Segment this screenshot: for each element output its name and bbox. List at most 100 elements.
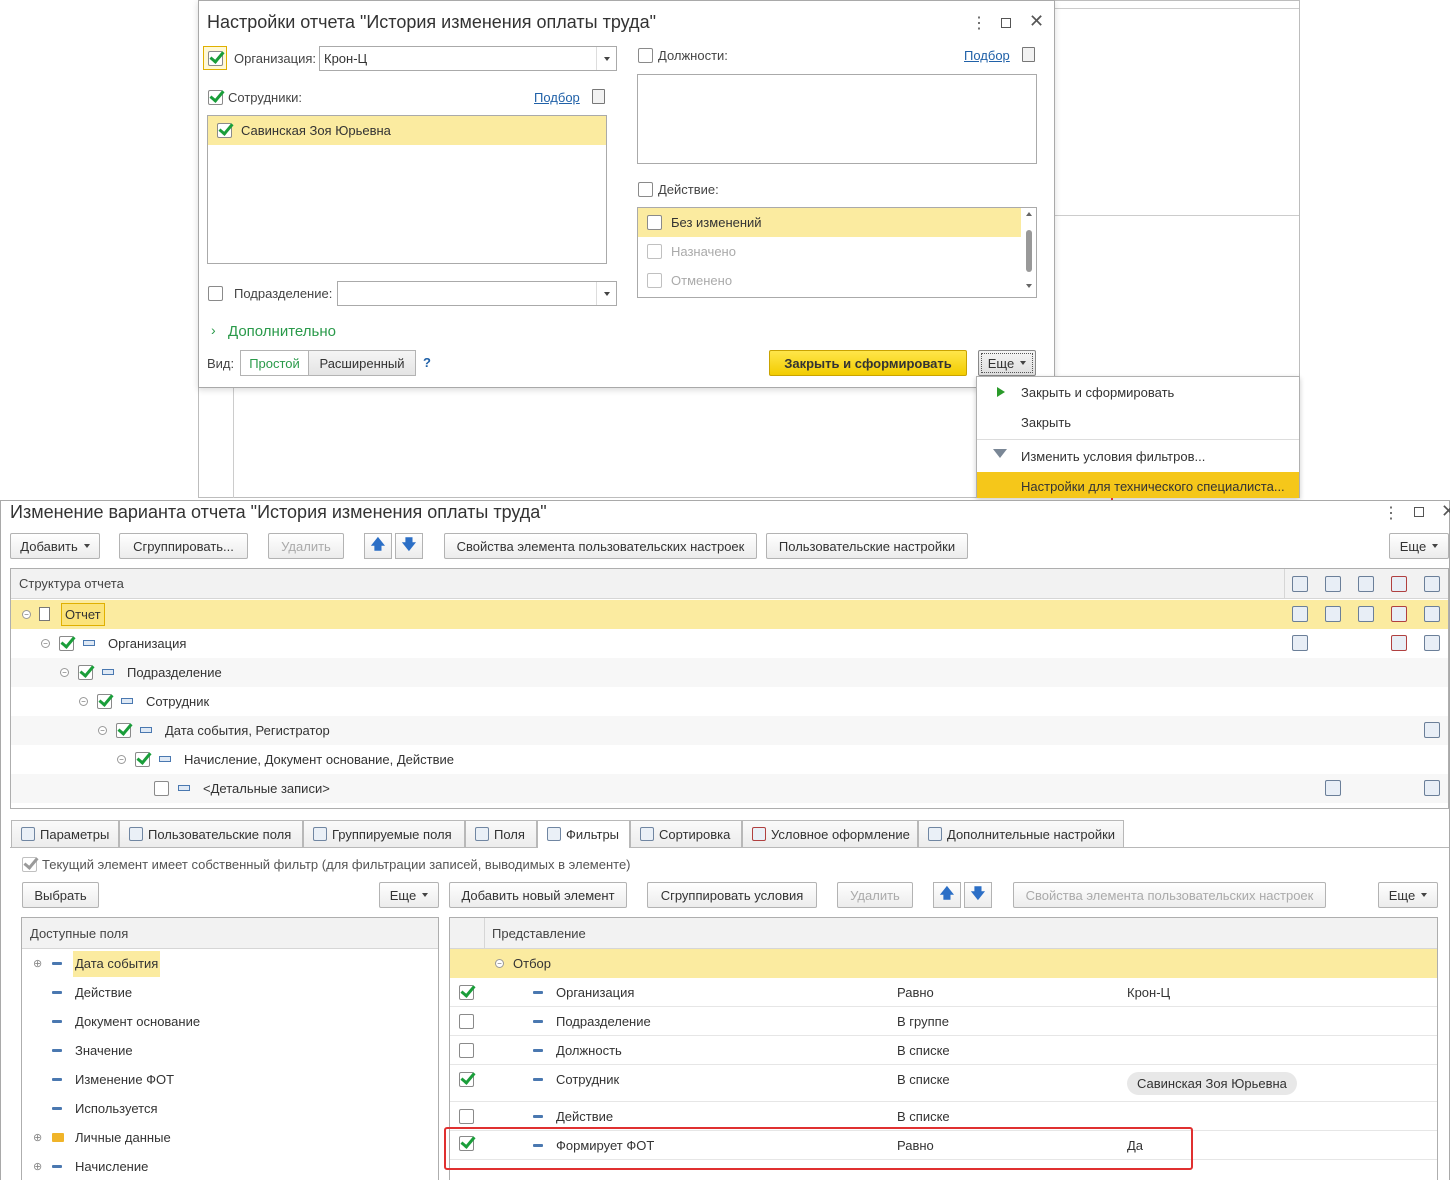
- collapse-icon[interactable]: −: [117, 755, 126, 764]
- clipboard-icon[interactable]: [1022, 47, 1035, 62]
- settings-icon[interactable]: [1424, 576, 1440, 592]
- close-generate-button[interactable]: Закрыть и сформировать: [769, 350, 967, 376]
- group-button[interactable]: Сгруппировать...: [119, 533, 248, 559]
- move-down-button[interactable]: 🡇: [395, 533, 423, 559]
- own-filter-checkbox[interactable]: [22, 857, 37, 872]
- expand-icon[interactable]: ⊕: [33, 1131, 42, 1144]
- collapse-icon[interactable]: −: [495, 959, 504, 968]
- tree-row[interactable]: − Отчет: [11, 600, 1448, 629]
- conditional-format-icon[interactable]: [1391, 576, 1407, 592]
- filter-row[interactable]: Организация Равно Крон-Ц: [450, 978, 1437, 1007]
- close-icon[interactable]: ✕: [1441, 501, 1450, 522]
- field-row[interactable]: Значение: [22, 1036, 438, 1065]
- group-conditions-button[interactable]: Сгруппировать условия: [647, 882, 817, 908]
- conditional-format-icon[interactable]: [1391, 606, 1407, 622]
- filter-icon[interactable]: [1325, 576, 1341, 592]
- user-settings-button[interactable]: Пользовательские настройки: [766, 533, 968, 559]
- delete-button[interactable]: Удалить: [268, 533, 344, 559]
- more-button[interactable]: Еще: [1389, 533, 1449, 559]
- employee-item-checkbox[interactable]: [217, 123, 232, 138]
- menu-item-close-generate[interactable]: Закрыть и сформировать: [1021, 385, 1174, 400]
- field-row[interactable]: Используется: [22, 1094, 438, 1123]
- filter-checkbox[interactable]: [459, 1109, 474, 1124]
- field-row[interactable]: ⊕ Начисление: [22, 1152, 438, 1181]
- action-item[interactable]: Отменено: [638, 266, 1021, 295]
- tab-grouping-fields[interactable]: Группируемые поля: [303, 820, 465, 847]
- tree-checkbox[interactable]: [97, 694, 112, 709]
- action-item-checkbox[interactable]: [647, 273, 662, 288]
- filter-row[interactable]: Сотрудник В списке Савинская Зоя Юрьевна: [450, 1065, 1437, 1102]
- filter-checkbox[interactable]: [459, 985, 474, 1000]
- more-button[interactable]: Еще: [379, 882, 439, 908]
- item-props-button[interactable]: Свойства элемента пользовательских настр…: [444, 533, 757, 559]
- filter-icon[interactable]: [1325, 780, 1341, 796]
- more-vert-icon[interactable]: ⋮: [971, 13, 987, 33]
- tab-sorting[interactable]: Сортировка: [630, 820, 742, 847]
- delete-button[interactable]: Удалить: [837, 882, 913, 908]
- employees-pick-link[interactable]: Подбор: [534, 90, 580, 105]
- groupings-icon[interactable]: [1292, 576, 1308, 592]
- dept-checkbox[interactable]: [208, 286, 223, 301]
- move-up-button[interactable]: 🡅: [364, 533, 392, 559]
- scroll-thumb[interactable]: [1026, 230, 1032, 272]
- order-icon[interactable]: [1358, 576, 1374, 592]
- tab-fields[interactable]: Поля: [465, 820, 537, 847]
- settings-icon[interactable]: [1424, 780, 1440, 796]
- tree-row[interactable]: − Подразделение: [11, 658, 1448, 687]
- close-icon[interactable]: ✕: [1029, 11, 1044, 32]
- settings-icon[interactable]: [1424, 722, 1440, 738]
- collapse-icon[interactable]: −: [98, 726, 107, 735]
- move-down-button[interactable]: 🡇: [964, 882, 992, 908]
- org-field[interactable]: Крон-Ц: [319, 46, 617, 71]
- filter-icon[interactable]: [1325, 606, 1341, 622]
- tab-additional-settings[interactable]: Дополнительные настройки: [918, 820, 1124, 847]
- more-button[interactable]: Еще: [1378, 882, 1438, 908]
- field-label[interactable]: Дата события: [73, 951, 161, 977]
- employee-list-item[interactable]: Савинская Зоя Юрьевна: [208, 116, 606, 145]
- view-extended-button[interactable]: Расширенный: [308, 350, 416, 376]
- tree-checkbox[interactable]: [116, 723, 131, 738]
- collapse-icon[interactable]: −: [79, 697, 88, 706]
- tree-row[interactable]: − Сотрудник: [11, 687, 1448, 716]
- filter-group-row[interactable]: − Отбор: [450, 949, 1437, 978]
- menu-item-tech-settings[interactable]: Настройки для технического специалиста..…: [977, 472, 1299, 498]
- action-item[interactable]: Без изменений: [638, 208, 1021, 237]
- more-vert-icon[interactable]: ⋮: [1383, 503, 1399, 523]
- tab-conditional-format[interactable]: Условное оформление: [742, 820, 918, 847]
- add-button[interactable]: Добавить: [10, 533, 100, 559]
- field-row[interactable]: Документ основание: [22, 1007, 438, 1036]
- filter-condition[interactable]: В списке: [897, 1109, 950, 1124]
- filter-condition[interactable]: В группе: [897, 1014, 949, 1029]
- filter-condition[interactable]: Равно: [897, 985, 934, 1000]
- expand-icon[interactable]: ⊕: [33, 1160, 42, 1173]
- field-row[interactable]: Изменение ФОТ: [22, 1065, 438, 1094]
- tree-checkbox[interactable]: [135, 752, 150, 767]
- scroll-up-icon[interactable]: [1026, 212, 1032, 216]
- groupings-icon[interactable]: [1292, 635, 1308, 651]
- filter-checkbox[interactable]: [459, 1043, 474, 1058]
- field-row[interactable]: ⊕ Личные данные: [22, 1123, 438, 1152]
- tree-row[interactable]: − Начисление, Документ основание, Действ…: [11, 745, 1448, 774]
- filter-row[interactable]: Подразделение В группе: [450, 1007, 1437, 1036]
- collapse-icon[interactable]: −: [41, 639, 50, 648]
- collapse-icon[interactable]: −: [60, 668, 69, 677]
- tree-row[interactable]: − Дата события, Регистратор: [11, 716, 1448, 745]
- maximize-icon[interactable]: [1001, 18, 1011, 28]
- employees-checkbox[interactable]: [208, 90, 223, 105]
- add-new-element-button[interactable]: Добавить новый элемент: [449, 882, 627, 908]
- action-item[interactable]: Назначено: [638, 237, 1021, 266]
- menu-item-close[interactable]: Закрыть: [1021, 415, 1071, 430]
- tree-checkbox[interactable]: [59, 636, 74, 651]
- tab-filters[interactable]: Фильтры: [537, 820, 630, 848]
- action-checkbox[interactable]: [638, 182, 653, 197]
- positions-pick-link[interactable]: Подбор: [964, 48, 1010, 63]
- tree-row[interactable]: <Детальные записи>: [11, 774, 1448, 803]
- positions-list[interactable]: [637, 74, 1037, 164]
- tree-checkbox[interactable]: [154, 781, 169, 796]
- move-up-button[interactable]: 🡅: [933, 882, 961, 908]
- filter-value[interactable]: Крон-Ц: [1127, 985, 1170, 1000]
- settings-icon[interactable]: [1424, 606, 1440, 622]
- more-section-toggle[interactable]: Дополнительно: [228, 323, 336, 340]
- chevron-right-icon[interactable]: ›: [211, 322, 216, 338]
- maximize-icon[interactable]: [1414, 507, 1424, 517]
